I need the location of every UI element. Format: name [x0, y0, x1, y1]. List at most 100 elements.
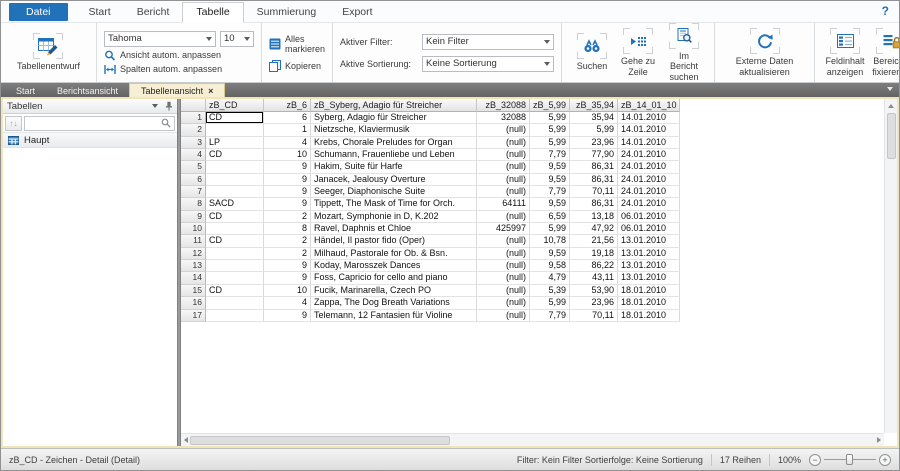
- table-cell[interactable]: (null): [477, 248, 530, 260]
- row-number-cell[interactable]: 9: [181, 211, 206, 223]
- table-cell[interactable]: 24.01.2010: [618, 198, 680, 210]
- row-number-cell[interactable]: 10: [181, 223, 206, 235]
- table-cell[interactable]: 13,18: [570, 211, 618, 223]
- table-cell[interactable]: 9,58: [530, 260, 570, 272]
- row-number-cell[interactable]: 4: [181, 149, 206, 161]
- table-cell[interactable]: Schumann, Frauenliebe und Leben: [311, 149, 477, 161]
- table-cell[interactable]: 64111: [477, 198, 530, 210]
- table-cell[interactable]: 6,59: [530, 211, 570, 223]
- table-cell[interactable]: 9: [264, 174, 311, 186]
- table-cell[interactable]: 06.01.2010: [618, 211, 680, 223]
- column-header-5[interactable]: zB_35,94: [570, 99, 618, 112]
- row-number-cell[interactable]: 17: [181, 310, 206, 322]
- table-cell[interactable]: 13.01.2010: [618, 260, 680, 272]
- table-cell[interactable]: 18.01.2010: [618, 297, 680, 309]
- table-cell[interactable]: 1: [264, 124, 311, 136]
- table-cell[interactable]: 5,99: [530, 297, 570, 309]
- table-cell[interactable]: [206, 260, 264, 272]
- table-cell[interactable]: 2: [264, 211, 311, 223]
- column-header-3[interactable]: zB_32088: [477, 99, 530, 112]
- table-cell[interactable]: SACD: [206, 198, 264, 210]
- autofit-columns-button[interactable]: Spalten autom. anpassen: [104, 64, 254, 75]
- table-cell[interactable]: Ravel, Daphnis et Chloe: [311, 223, 477, 235]
- table-cell[interactable]: Krebs, Chorale Preludes for Organ: [311, 137, 477, 149]
- freeze-panes-button[interactable]: Bereiche fixieren: [868, 26, 900, 79]
- table-cell[interactable]: 5,99: [530, 137, 570, 149]
- column-header-1[interactable]: zB_6: [264, 99, 311, 112]
- table-cell[interactable]: 7,79: [530, 149, 570, 161]
- table-cell[interactable]: [206, 174, 264, 186]
- table-cell[interactable]: (null): [477, 124, 530, 136]
- table-cell[interactable]: 9: [264, 260, 311, 272]
- table-cell[interactable]: 10: [264, 149, 311, 161]
- table-cell[interactable]: 9: [264, 186, 311, 198]
- table-cell[interactable]: (null): [477, 149, 530, 161]
- table-cell[interactable]: [206, 161, 264, 173]
- goto-row-button[interactable]: Gehe zu Zeile: [615, 26, 661, 79]
- table-cell[interactable]: 24.01.2010: [618, 186, 680, 198]
- table-cell[interactable]: [206, 223, 264, 235]
- help-icon[interactable]: ?: [882, 4, 889, 18]
- table-cell[interactable]: 9: [264, 272, 311, 284]
- table-cell[interactable]: Telemann, 12 Fantasien für Violine: [311, 310, 477, 322]
- ribbon-tab-start[interactable]: Start: [76, 3, 124, 22]
- sidebar-item-haupt[interactable]: Haupt: [3, 133, 177, 148]
- horizontal-scrollbar[interactable]: [181, 433, 884, 446]
- table-cell[interactable]: Foss, Capricio for cello and piano: [311, 272, 477, 284]
- table-cell[interactable]: (null): [477, 186, 530, 198]
- table-cell[interactable]: 86,31: [570, 161, 618, 173]
- row-number-cell[interactable]: 3: [181, 137, 206, 149]
- table-cell[interactable]: CD: [206, 285, 264, 297]
- table-cell[interactable]: Seeger, Diaphonische Suite: [311, 186, 477, 198]
- table-design-button[interactable]: Tabellenentwurf: [14, 31, 83, 73]
- table-cell[interactable]: 4: [264, 137, 311, 149]
- tab-list-chevron-icon[interactable]: [887, 87, 893, 91]
- column-header-2[interactable]: zB_Syberg, Adagio für Streicher: [311, 99, 477, 112]
- ribbon-tab-summierung[interactable]: Summierung: [244, 3, 330, 22]
- chevron-down-icon[interactable]: [152, 104, 158, 108]
- table-cell[interactable]: 9: [264, 161, 311, 173]
- table-cell[interactable]: Tippett, The Mask of Time for Orch.: [311, 198, 477, 210]
- ribbon-tab-tabelle[interactable]: Tabelle: [182, 2, 243, 23]
- table-cell[interactable]: 425997: [477, 223, 530, 235]
- row-number-cell[interactable]: 5: [181, 161, 206, 173]
- table-cell[interactable]: 9: [264, 310, 311, 322]
- table-cell[interactable]: (null): [477, 211, 530, 223]
- row-number-cell[interactable]: 15: [181, 285, 206, 297]
- font-size-combo[interactable]: 10: [220, 31, 254, 47]
- scroll-up-arrow-icon[interactable]: [885, 99, 897, 112]
- ribbon-tab-bericht[interactable]: Bericht: [124, 3, 183, 22]
- sort-toggle-button[interactable]: ↑↓: [5, 116, 22, 131]
- table-cell[interactable]: Hakim, Suite für Harfe: [311, 161, 477, 173]
- table-cell[interactable]: 19,18: [570, 248, 618, 260]
- table-cell[interactable]: (null): [477, 297, 530, 309]
- table-cell[interactable]: 9: [264, 198, 311, 210]
- zoom-out-button[interactable]: −: [809, 454, 821, 466]
- column-header-4[interactable]: zB_5,99: [530, 99, 570, 112]
- table-cell[interactable]: 32088: [477, 112, 530, 124]
- table-cell[interactable]: 9,59: [530, 174, 570, 186]
- scroll-left-arrow-icon[interactable]: [184, 437, 188, 443]
- pin-icon[interactable]: [165, 101, 173, 111]
- tables-search-input[interactable]: [28, 118, 161, 128]
- row-number-cell[interactable]: 6: [181, 174, 206, 186]
- table-cell[interactable]: (null): [477, 310, 530, 322]
- table-cell[interactable]: [206, 186, 264, 198]
- search-button[interactable]: Suchen: [569, 31, 615, 73]
- zoom-slider[interactable]: − +: [809, 454, 891, 466]
- table-cell[interactable]: 35,94: [570, 112, 618, 124]
- table-cell[interactable]: (null): [477, 137, 530, 149]
- table-cell[interactable]: [206, 272, 264, 284]
- autofit-view-button[interactable]: Ansicht autom. anpassen: [104, 50, 254, 61]
- table-cell[interactable]: 24.01.2010: [618, 174, 680, 186]
- corner-header-cell[interactable]: [181, 99, 206, 112]
- vertical-scrollbar-thumb[interactable]: [887, 113, 896, 159]
- zoom-slider-track[interactable]: [824, 459, 876, 460]
- table-cell[interactable]: 5,99: [570, 124, 618, 136]
- table-cell[interactable]: Janacek, Jealousy Overture: [311, 174, 477, 186]
- column-header-0[interactable]: zB_CD: [206, 99, 264, 112]
- table-cell[interactable]: (null): [477, 161, 530, 173]
- select-all-button[interactable]: Alles markieren: [269, 34, 325, 54]
- table-cell[interactable]: 2: [264, 235, 311, 247]
- table-cell[interactable]: [206, 297, 264, 309]
